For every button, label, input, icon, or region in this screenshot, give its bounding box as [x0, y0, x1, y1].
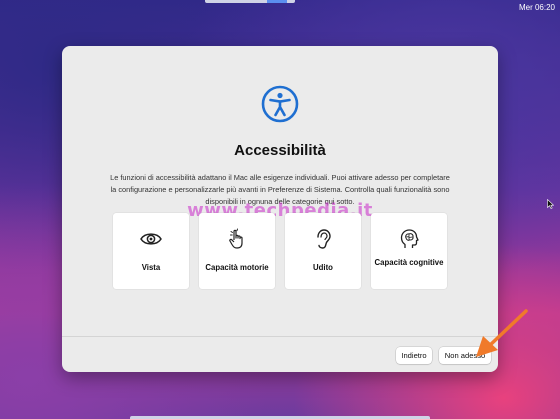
hand-pointer-icon: [229, 228, 243, 249]
category-label: Capacità motorie: [205, 263, 269, 272]
category-label: Capacità cognitive: [374, 258, 444, 267]
category-cards: Vista Capacità motorie Udito Capacità co…: [113, 213, 449, 289]
category-label: Udito: [313, 263, 333, 272]
back-button[interactable]: Indietro: [396, 347, 432, 364]
menubar-clock: Mer 06:20: [518, 3, 555, 12]
category-label: Vista: [141, 263, 161, 272]
ear-icon: [317, 229, 331, 249]
category-capacita-motorie[interactable]: Capacità motorie: [199, 213, 275, 289]
eye-icon: [140, 233, 162, 245]
accessibility-icon: [261, 85, 299, 123]
category-udito[interactable]: Udito: [285, 213, 361, 289]
footer-divider: [62, 336, 498, 337]
category-vista[interactable]: Vista: [113, 213, 189, 289]
head-brain-icon: [400, 229, 419, 248]
category-capacita-cognitive[interactable]: Capacità cognitive: [371, 213, 447, 289]
mouse-cursor-icon: [547, 199, 554, 209]
annotation-arrow-icon: [476, 309, 528, 357]
accessibility-dialog: Accessibilità Le funzioni di accessibili…: [62, 46, 498, 372]
top-indicator: [205, 0, 295, 3]
dialog-title: Accessibilità: [234, 142, 326, 159]
